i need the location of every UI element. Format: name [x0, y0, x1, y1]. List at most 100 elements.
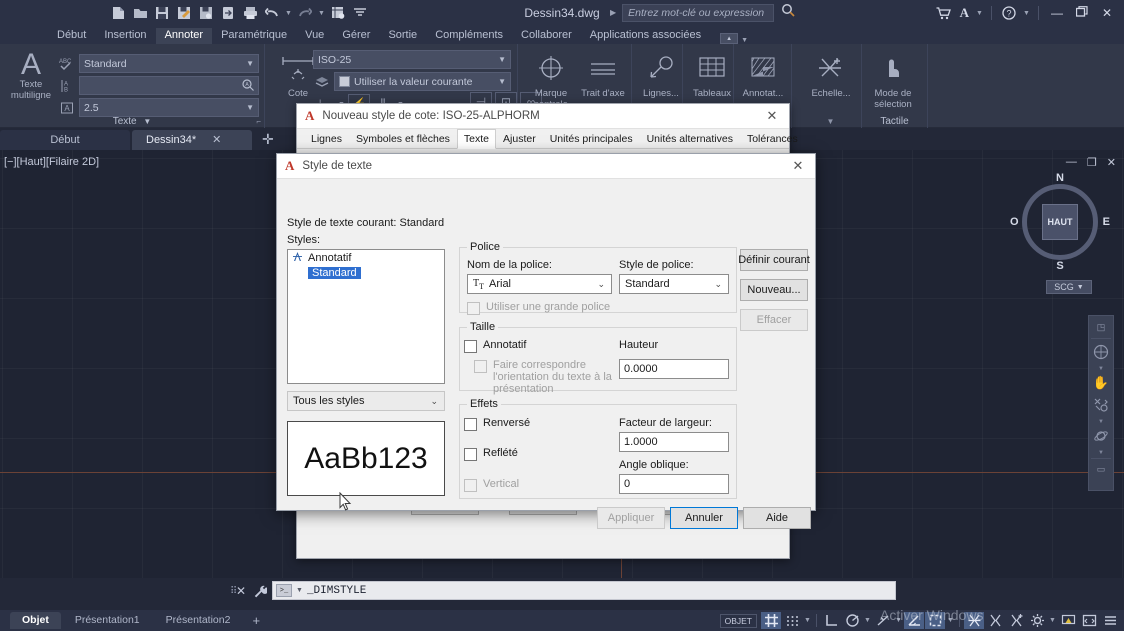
redo-icon[interactable] — [295, 3, 315, 23]
lineweight-toggle-icon[interactable] — [925, 612, 945, 629]
view-cube-top-face[interactable]: HAUT — [1042, 204, 1078, 240]
customization-icon[interactable] — [1100, 612, 1120, 629]
tab-tolerances[interactable]: Tolérances — [740, 130, 805, 148]
help-caret[interactable]: ▼ — [1022, 10, 1031, 17]
lineweight-caret[interactable]: ▼ — [946, 617, 955, 624]
panel-expand-caret[interactable]: ▼ — [143, 117, 151, 126]
view-cube[interactable]: HAUT N S O E — [1010, 172, 1110, 272]
ucs-selector-button[interactable]: SCG ▼ — [1046, 280, 1092, 294]
command-settings-wrench-icon[interactable] — [254, 585, 269, 601]
command-close-icon[interactable]: ✕ — [236, 584, 246, 598]
annotation-scale-icon-status[interactable] — [964, 612, 984, 629]
layout-tab-presentation2[interactable]: Présentation2 — [154, 612, 243, 629]
ribbon-tab-complements[interactable]: Compléments — [426, 28, 512, 44]
tab-unites-alternatives[interactable]: Unités alternatives — [640, 130, 740, 148]
polar-toggle-icon[interactable] — [842, 612, 862, 629]
annotatif-checkbox[interactable]: Annotatif — [464, 339, 526, 353]
angle-oblique-input[interactable]: 0 — [619, 474, 729, 494]
texte-multiligne-button[interactable]: A Texte multiligne — [2, 46, 60, 102]
steering-wheel-icon[interactable]: ◳ — [1097, 322, 1106, 333]
save-as-icon[interactable] — [174, 3, 194, 23]
customize-icon[interactable] — [350, 3, 370, 23]
text-justify-icon[interactable]: AB — [58, 76, 76, 95]
vertical-checkbox[interactable]: Vertical — [464, 478, 519, 492]
tab-symboles-fleches[interactable]: Symboles et flèches — [349, 130, 457, 148]
restore-button[interactable] — [1071, 6, 1093, 20]
style-list-item-standard[interactable]: Standard — [288, 266, 444, 280]
annotation-visibility-icon[interactable] — [985, 612, 1005, 629]
font-style-combo[interactable]: Standard ⌄ — [619, 274, 729, 294]
view-cube-south[interactable]: S — [1056, 260, 1063, 272]
dialog-cote-close-button[interactable]: ✕ — [755, 108, 789, 124]
styles-filter-combo[interactable]: Tous les styles ⌄ — [287, 391, 445, 411]
style-list-item-annotatif[interactable]: Annotatif — [288, 250, 444, 266]
set-current-button[interactable]: Définir courant — [738, 249, 810, 271]
command-line-input[interactable]: >_ ▼ _DIMSTYLE — [272, 581, 896, 600]
view-cube-east[interactable]: E — [1103, 216, 1110, 228]
save-icon[interactable] — [152, 3, 172, 23]
tableaux-button[interactable]: Tableaux — [683, 50, 741, 99]
otrack-toggle-icon[interactable] — [904, 612, 924, 629]
marque-centrale-button[interactable]: Marque centrale — [522, 50, 580, 110]
clean-screen-icon[interactable] — [1079, 612, 1099, 629]
apply-button[interactable]: Appliquer — [597, 507, 665, 529]
echelle-panel-caret[interactable]: ▼ — [800, 117, 861, 126]
find-text-icon[interactable]: A — [242, 78, 254, 93]
workspace-gear-icon[interactable] — [1027, 612, 1047, 629]
layer-stack-icon[interactable] — [313, 72, 331, 91]
text-height-icon[interactable]: A — [58, 98, 76, 117]
file-tab-dessin34[interactable]: Dessin34* ✕ — [132, 130, 252, 150]
search-dropdown-caret[interactable]: ▶ — [610, 8, 616, 17]
help-icon[interactable]: ? — [999, 6, 1019, 20]
new-file-tab-button[interactable]: ✛ — [254, 131, 282, 148]
dim-layer-combo[interactable]: Utiliser la valeur courante ▼ — [334, 72, 511, 91]
delete-style-button[interactable]: Effacer — [740, 309, 808, 331]
dialog-texte-titlebar[interactable]: A Style de texte ✕ — [277, 154, 815, 179]
layout-tab-presentation1[interactable]: Présentation1 — [63, 612, 152, 629]
renverse-checkbox[interactable]: Renversé — [464, 417, 530, 431]
showmotion-icon[interactable]: ▭ — [1097, 464, 1106, 475]
close-button[interactable]: ✕ — [1096, 6, 1118, 20]
workspace-caret[interactable]: ▼ — [1048, 617, 1057, 624]
minimize-button[interactable]: — — [1046, 6, 1068, 20]
tab-texte[interactable]: Texte — [456, 129, 497, 149]
account-icon[interactable]: A — [957, 5, 972, 21]
ribbon-minimize-caret[interactable]: ▼ — [741, 37, 748, 44]
new-style-button[interactable]: Nouveau... — [740, 279, 808, 301]
viewport-minimize-icon[interactable]: — — [1066, 156, 1077, 169]
hauteur-input[interactable]: 0.0000 — [619, 359, 729, 379]
dialog-texte-close-button[interactable]: ✕ — [781, 158, 815, 174]
zoom-icon[interactable] — [1093, 397, 1109, 416]
viewport-restore-icon[interactable]: ❐ — [1087, 156, 1097, 169]
echelle-button[interactable]: Echelle... — [802, 50, 860, 99]
model-space-indicator[interactable]: OBJET — [719, 613, 757, 628]
search-icon[interactable] — [781, 3, 795, 22]
viewport-close-icon[interactable]: ✕ — [1107, 156, 1116, 169]
redo-dropdown-caret[interactable]: ▼ — [317, 10, 326, 17]
dialog-cote-titlebar[interactable]: A Nouveau style de cote: ISO-25-ALPHORM … — [297, 104, 789, 129]
reflete-checkbox[interactable]: Reflété — [464, 447, 518, 461]
lignes-button[interactable]: Lignes... — [632, 50, 690, 99]
pan-icon[interactable]: ✋ — [1093, 375, 1109, 391]
viewport-label[interactable]: [−][Haut][Filaire 2D] — [4, 156, 99, 168]
grid-toggle-icon[interactable] — [761, 612, 781, 629]
trait-daxe-button[interactable]: Trait d'axe — [574, 50, 632, 99]
text-style-combo[interactable]: Standard ▼ — [79, 54, 259, 73]
new-icon[interactable] — [108, 3, 128, 23]
text-height-combo[interactable]: 2.5 ▼ — [79, 98, 259, 117]
match-orientation-checkbox[interactable]: Faire correspondre l'orientation du text… — [474, 359, 624, 395]
undo-dropdown-caret[interactable]: ▼ — [284, 10, 293, 17]
annotation-autoscale-icon[interactable] — [1006, 612, 1026, 629]
ribbon-tab-gerer[interactable]: Gérer — [333, 28, 379, 44]
facteur-largeur-input[interactable]: 1.0000 — [619, 432, 729, 452]
sheetset-icon[interactable] — [328, 3, 348, 23]
navwheel-caret[interactable]: ▼ — [1098, 366, 1104, 372]
ribbon-tab-collaborer[interactable]: Collaborer — [512, 28, 581, 44]
texte-help-button[interactable]: Aide — [743, 507, 811, 529]
close-icon[interactable]: ✕ — [212, 130, 221, 150]
ribbon-tab-sortie[interactable]: Sortie — [379, 28, 426, 44]
annotation-button[interactable]: Annotat... — [734, 50, 792, 99]
ribbon-tab-debut[interactable]: Début — [48, 28, 95, 44]
ribbon-tab-insertion[interactable]: Insertion — [95, 28, 155, 44]
view-cube-north[interactable]: N — [1056, 172, 1064, 184]
